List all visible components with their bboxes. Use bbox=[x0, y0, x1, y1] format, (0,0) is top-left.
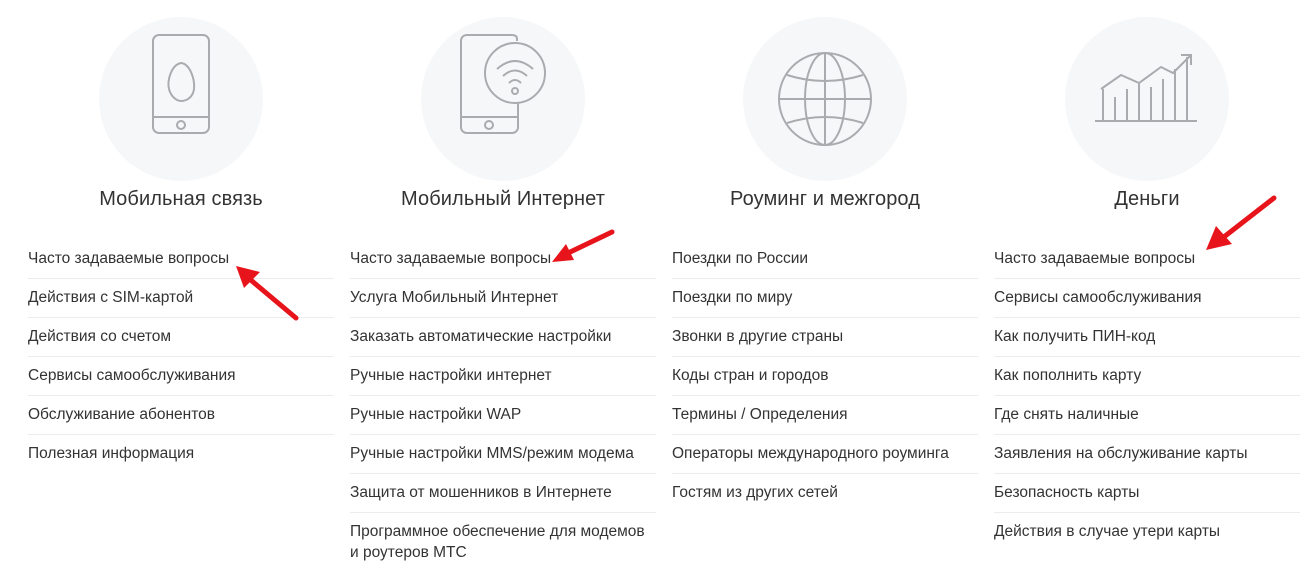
list-item[interactable]: Как пополнить карту bbox=[994, 357, 1300, 396]
list-item[interactable]: Часто задаваемые вопросы bbox=[28, 240, 334, 279]
list-item[interactable]: Обслуживание абонентов bbox=[28, 396, 334, 435]
link-list: Поездки по России Поездки по миру Звонки… bbox=[672, 240, 978, 512]
column-title: Деньги bbox=[1114, 188, 1180, 210]
column-title: Роуминг и межгород bbox=[730, 188, 920, 210]
link-list: Часто задаваемые вопросы Услуга Мобильны… bbox=[350, 240, 656, 572]
list-item[interactable]: Заказать автоматические настройки bbox=[350, 318, 656, 357]
list-item[interactable]: Действия с SIM-картой bbox=[28, 279, 334, 318]
list-item[interactable]: Действия со счетом bbox=[28, 318, 334, 357]
column-title: Мобильный Интернет bbox=[401, 188, 605, 210]
link-list: Часто задаваемые вопросы Действия с SIM-… bbox=[28, 240, 334, 473]
list-item[interactable]: Ручные настройки MMS/режим модема bbox=[350, 435, 656, 474]
list-item[interactable]: Сервисы самообслуживания bbox=[28, 357, 334, 396]
list-item[interactable]: Где снять наличные bbox=[994, 396, 1300, 435]
globe-icon bbox=[743, 17, 907, 181]
list-item[interactable]: Сервисы самообслуживания bbox=[994, 279, 1300, 318]
list-item[interactable]: Действия в случае утери карты bbox=[994, 513, 1300, 551]
list-item[interactable]: Поездки по миру bbox=[672, 279, 978, 318]
list-item[interactable]: Часто задаваемые вопросы bbox=[994, 240, 1300, 279]
list-item[interactable]: Безопасность карты bbox=[994, 474, 1300, 513]
column-title: Мобильная связь bbox=[99, 188, 263, 210]
list-item[interactable]: Защита от мошенников в Интернете bbox=[350, 474, 656, 513]
list-item[interactable]: Коды стран и городов bbox=[672, 357, 978, 396]
smartphone-egg-icon bbox=[99, 17, 263, 181]
list-item[interactable]: Операторы международного роуминга bbox=[672, 435, 978, 474]
list-item[interactable]: Как получить ПИН-код bbox=[994, 318, 1300, 357]
list-item[interactable]: Часто задаваемые вопросы bbox=[350, 240, 656, 279]
growth-chart-icon bbox=[1065, 17, 1229, 181]
list-item[interactable]: Ручные настройки WAP bbox=[350, 396, 656, 435]
list-item[interactable]: Термины / Определения bbox=[672, 396, 978, 435]
list-item[interactable]: Ручные настройки интернет bbox=[350, 357, 656, 396]
list-item[interactable]: Заявления на обслуживание карты bbox=[994, 435, 1300, 474]
list-item[interactable]: Услуга Мобильный Интернет bbox=[350, 279, 656, 318]
list-item[interactable]: Поездки по России bbox=[672, 240, 978, 279]
smartphone-wifi-icon bbox=[421, 17, 585, 181]
list-item[interactable]: Программное обеспечение для модемов и ро… bbox=[350, 513, 656, 572]
list-item-label: Программное обеспечение для модемов и ро… bbox=[350, 523, 645, 561]
list-item[interactable]: Полезная информация bbox=[28, 435, 334, 473]
link-list: Часто задаваемые вопросы Сервисы самообс… bbox=[994, 240, 1300, 551]
list-item[interactable]: Гостям из других сетей bbox=[672, 474, 978, 512]
list-item[interactable]: Звонки в другие страны bbox=[672, 318, 978, 357]
